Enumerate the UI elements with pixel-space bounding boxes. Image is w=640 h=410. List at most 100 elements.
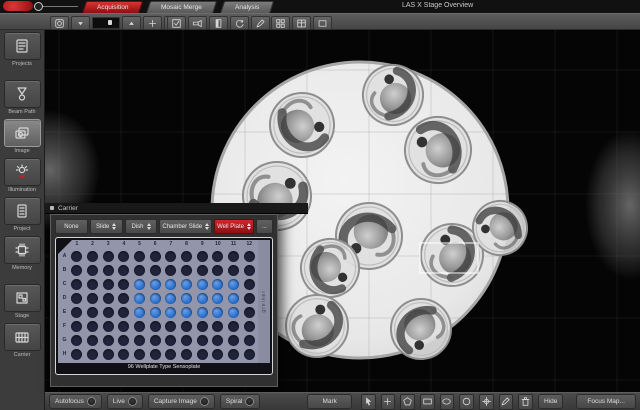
well-C3[interactable] xyxy=(103,279,114,290)
well-F6[interactable] xyxy=(150,321,161,332)
toolbar-button-caret-down[interactable] xyxy=(71,16,90,30)
well-H11[interactable] xyxy=(228,349,239,360)
toolbar-button-refresh[interactable] xyxy=(230,16,249,30)
well-E9[interactable] xyxy=(197,307,208,318)
well-cell-G10[interactable] xyxy=(210,335,226,346)
toolbar-button-contrast[interactable] xyxy=(209,16,228,30)
well-B8[interactable] xyxy=(181,265,192,276)
well-cell-F10[interactable] xyxy=(210,321,226,332)
tool-ellipse-button[interactable] xyxy=(440,394,455,410)
well-A12[interactable] xyxy=(244,251,255,262)
well-cell-A1[interactable] xyxy=(69,251,85,262)
value-display[interactable] xyxy=(92,17,120,29)
well-cell-B7[interactable] xyxy=(163,265,179,276)
well-cell-D7[interactable] xyxy=(163,293,179,304)
well-cell-F2[interactable] xyxy=(85,321,101,332)
toolbar-button-overview[interactable] xyxy=(50,16,69,30)
well-cell-G2[interactable] xyxy=(85,335,101,346)
well-cell-C12[interactable] xyxy=(241,279,257,290)
well-C2[interactable] xyxy=(87,279,98,290)
well-cell-E10[interactable] xyxy=(210,307,226,318)
toolbar-button-plus[interactable] xyxy=(143,16,162,30)
well-D1[interactable] xyxy=(71,293,82,304)
tool-crosshair-button[interactable] xyxy=(479,394,494,410)
well-H7[interactable] xyxy=(165,349,176,360)
sidebar-item-illumination[interactable]: Illumination xyxy=(4,158,41,193)
well-cell-A6[interactable] xyxy=(147,251,163,262)
well-G7[interactable] xyxy=(165,335,176,346)
well-cell-B3[interactable] xyxy=(100,265,116,276)
well-H3[interactable] xyxy=(103,349,114,360)
well-cell-G11[interactable] xyxy=(226,335,242,346)
well-cell-B5[interactable] xyxy=(132,265,148,276)
well-cell-H10[interactable] xyxy=(210,349,226,360)
toolbar-button-flashlight[interactable] xyxy=(188,16,207,30)
well-cell-D6[interactable] xyxy=(147,293,163,304)
sidebar-item-beam-path[interactable]: Beam Path xyxy=(4,80,41,115)
well-B7[interactable] xyxy=(165,265,176,276)
well-A9[interactable] xyxy=(197,251,208,262)
well-cell-E6[interactable] xyxy=(147,307,163,318)
well-D11[interactable] xyxy=(228,293,239,304)
well-H9[interactable] xyxy=(197,349,208,360)
well-cell-D11[interactable] xyxy=(226,293,242,304)
well-cell-A12[interactable] xyxy=(241,251,257,262)
well-F8[interactable] xyxy=(181,321,192,332)
well-cell-D2[interactable] xyxy=(85,293,101,304)
well-cell-F3[interactable] xyxy=(100,321,116,332)
well-cell-D5[interactable] xyxy=(132,293,148,304)
well-cell-C7[interactable] xyxy=(163,279,179,290)
well-cell-F4[interactable] xyxy=(116,321,132,332)
well-cell-F6[interactable] xyxy=(147,321,163,332)
well-A10[interactable] xyxy=(212,251,223,262)
well-cell-E4[interactable] xyxy=(116,307,132,318)
well-B9[interactable] xyxy=(197,265,208,276)
well-cell-H6[interactable] xyxy=(147,349,163,360)
well-B6[interactable] xyxy=(150,265,161,276)
well-cell-D8[interactable] xyxy=(179,293,195,304)
well-H2[interactable] xyxy=(87,349,98,360)
well-H6[interactable] xyxy=(150,349,161,360)
well-G12[interactable] xyxy=(244,335,255,346)
well-cell-H3[interactable] xyxy=(100,349,116,360)
tool-cursor-button[interactable] xyxy=(361,394,376,410)
well-F4[interactable] xyxy=(118,321,129,332)
well-cell-H11[interactable] xyxy=(226,349,242,360)
well-G5[interactable] xyxy=(134,335,145,346)
focus-map-button[interactable]: Focus Map... xyxy=(576,394,636,409)
well-cell-E12[interactable] xyxy=(241,307,257,318)
well-cell-E2[interactable] xyxy=(85,307,101,318)
well-cell-D9[interactable] xyxy=(194,293,210,304)
carrier-type-well-plate[interactable]: Well Plate xyxy=(214,219,254,234)
well-A3[interactable] xyxy=(103,251,114,262)
toggle-capture-image[interactable]: Capture Image xyxy=(148,394,215,409)
toolbar-button-grid-view[interactable] xyxy=(271,16,290,30)
well-cell-C3[interactable] xyxy=(100,279,116,290)
well-cell-E3[interactable] xyxy=(100,307,116,318)
well-C9[interactable] xyxy=(197,279,208,290)
well-F10[interactable] xyxy=(212,321,223,332)
well-C12[interactable] xyxy=(244,279,255,290)
well-A11[interactable] xyxy=(228,251,239,262)
well-cell-H5[interactable] xyxy=(132,349,148,360)
well-cell-C5[interactable] xyxy=(132,279,148,290)
well-D7[interactable] xyxy=(165,293,176,304)
well-D3[interactable] xyxy=(103,293,114,304)
well-cell-D3[interactable] xyxy=(100,293,116,304)
well-A8[interactable] xyxy=(181,251,192,262)
well-G3[interactable] xyxy=(103,335,114,346)
carrier-type-none[interactable]: None xyxy=(55,219,88,234)
well-C1[interactable] xyxy=(71,279,82,290)
well-D4[interactable] xyxy=(118,293,129,304)
well-F3[interactable] xyxy=(103,321,114,332)
sidebar-item-project[interactable]: Project xyxy=(4,197,41,232)
toolbar-button-checkbox[interactable] xyxy=(167,16,186,30)
well-cell-F8[interactable] xyxy=(179,321,195,332)
well-D10[interactable] xyxy=(212,293,223,304)
well-E1[interactable] xyxy=(71,307,82,318)
well-cell-G4[interactable] xyxy=(116,335,132,346)
sidebar-item-projects[interactable]: Projects xyxy=(4,32,41,67)
well-B3[interactable] xyxy=(103,265,114,276)
well-cell-C6[interactable] xyxy=(147,279,163,290)
well-cell-E9[interactable] xyxy=(194,307,210,318)
